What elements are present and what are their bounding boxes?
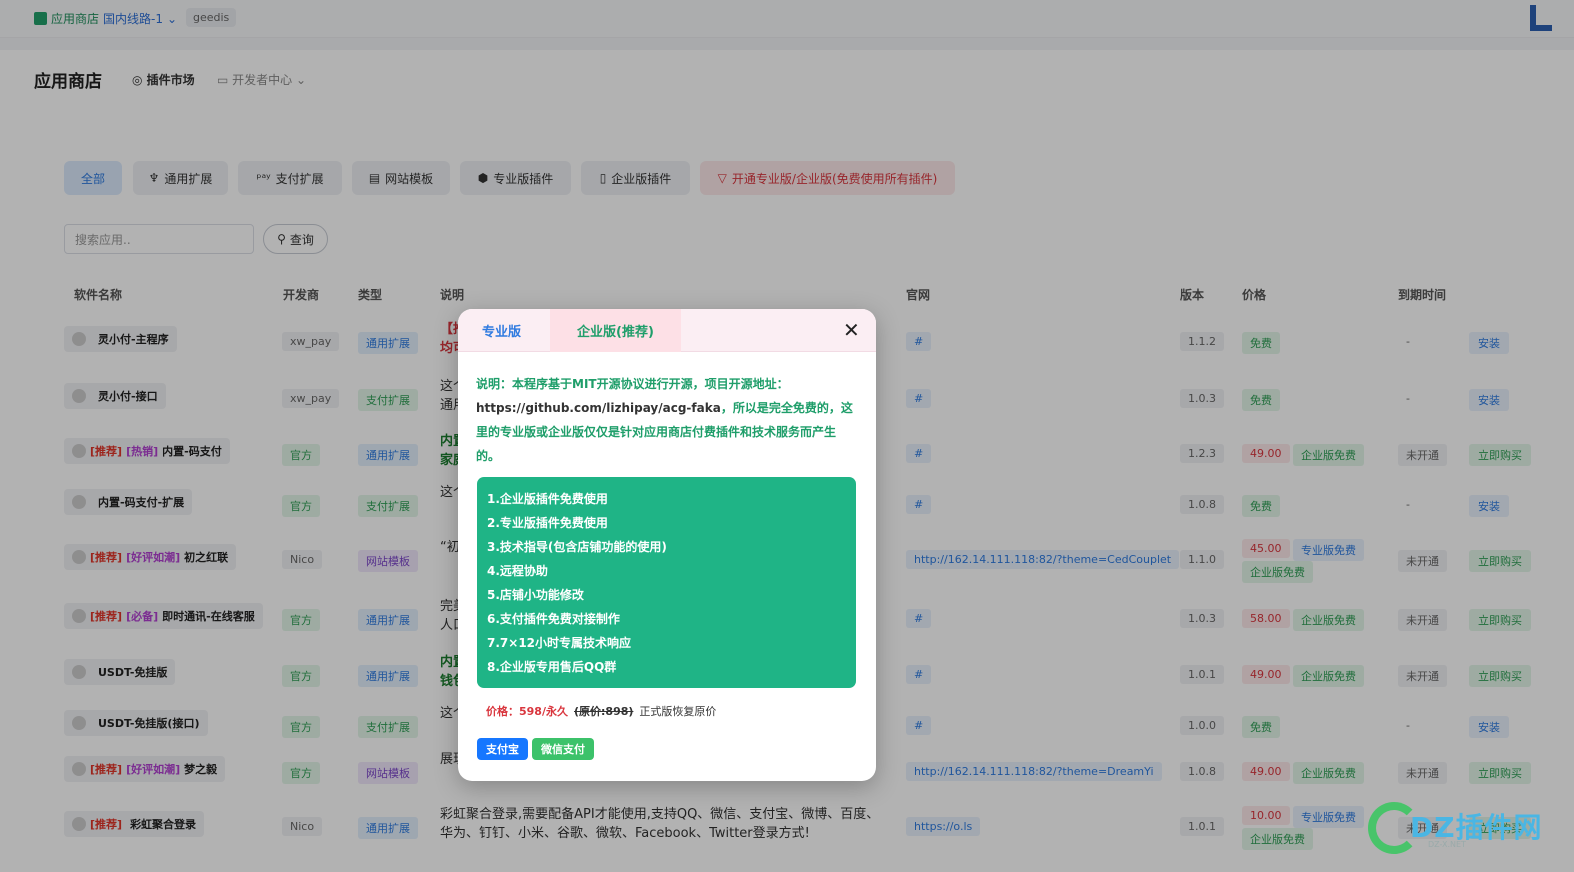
upgrade-modal: 专业版 企业版(推荐) ✕ 说明：本程序基于MIT开源协议进行开源，项目开源地址… [458,309,876,781]
wechat-pay-button[interactable]: 微信支付 [532,738,594,760]
feature-item: 8.企业版专用售后QQ群 [487,660,617,674]
feature-item: 3.技术指导(包含店铺功能的使用) [487,540,667,554]
close-icon[interactable]: ✕ [843,319,860,341]
tab-pro[interactable]: 专业版 [482,321,521,340]
feature-list: 1.企业版插件免费使用 2.专业版插件免费使用 3.技术指导(包含店铺功能的使用… [477,477,856,688]
watermark-logo: DZ插件网 DZ-X.NET [1368,798,1558,860]
feature-item: 5.店铺小功能修改 [487,588,584,602]
feature-item: 7.7×12小时专属技术响应 [487,636,632,650]
modal-tabs: 专业版 企业版(推荐) ✕ [458,309,876,352]
feature-item: 1.企业版插件免费使用 [487,492,608,506]
modal-intro: 说明：本程序基于MIT开源协议进行开源，项目开源地址： https://githu… [476,372,854,468]
alipay-button[interactable]: 支付宝 [477,738,528,760]
tab-enterprise[interactable]: 企业版(推荐) [550,309,681,352]
intro-text-a: 说明：本程序基于MIT开源协议进行开源，项目开源地址： [476,377,789,391]
price-current: 价格：598/永久 [486,705,568,718]
modal-price: 价格：598/永久 (原价:898) 正式版恢复原价 [486,703,716,719]
feature-item: 4.远程协助 [487,564,548,578]
feature-item: 6.支付插件免费对接制作 [487,612,620,626]
watermark-subtext: DZ-X.NET [1428,840,1466,849]
repo-link[interactable]: https://github.com/lizhipay/acg-faka [476,401,721,415]
price-original: (原价:898) [573,705,634,718]
price-note: 正式版恢复原价 [639,705,717,718]
feature-item: 2.专业版插件免费使用 [487,516,608,530]
